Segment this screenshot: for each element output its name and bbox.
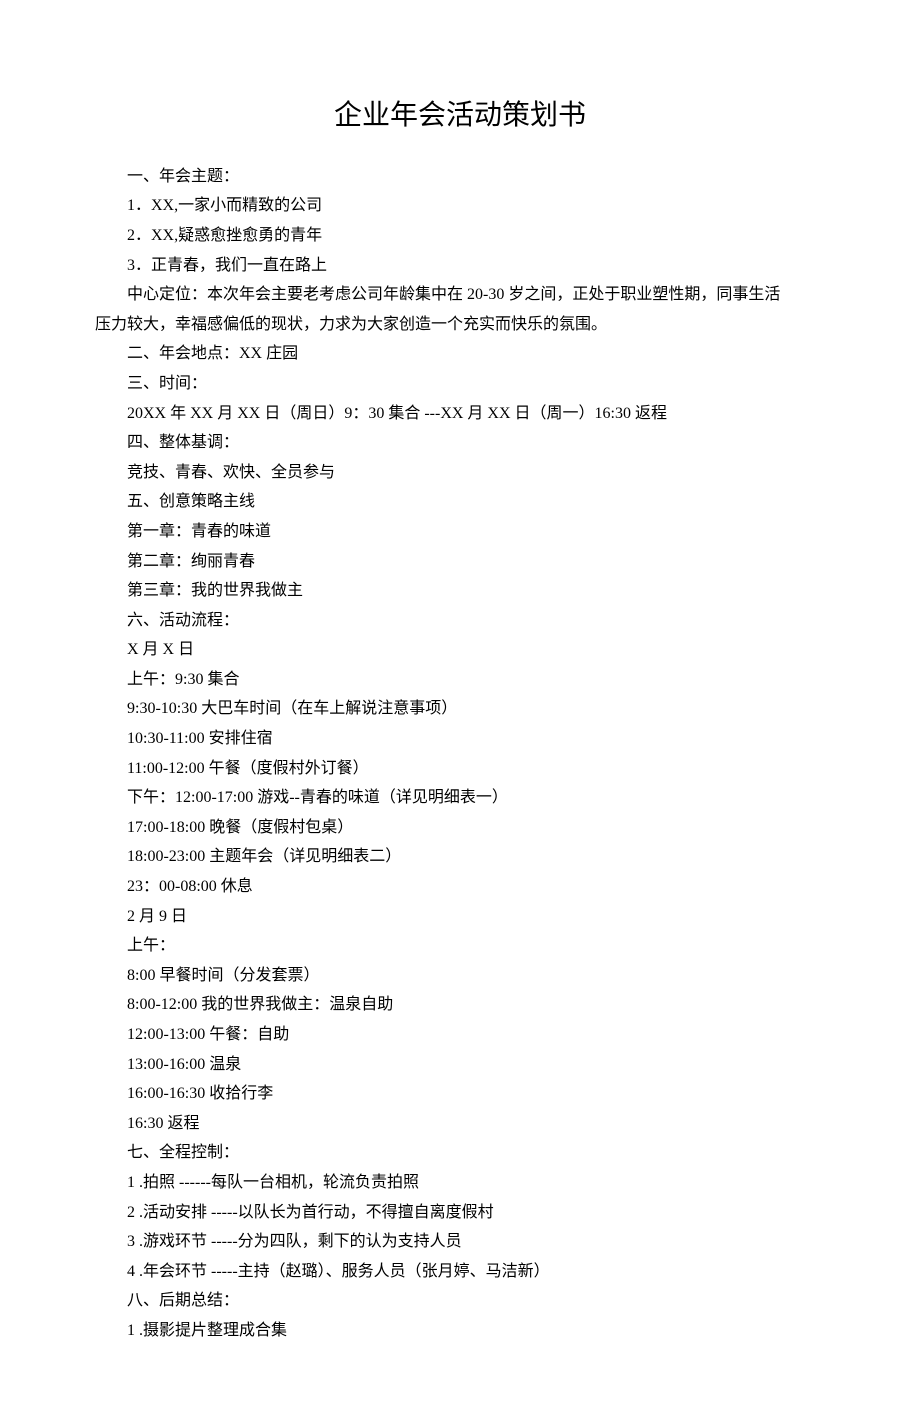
body-line: 五、创意策略主线 [95, 487, 825, 517]
body-line: 13:00-16:00 温泉 [95, 1050, 825, 1080]
body-line: 20XX 年 XX 月 XX 日（周日）9：30 集合 ---XX 月 XX 日… [95, 399, 825, 429]
body-line: 11:00-12:00 午餐（度假村外订餐） [95, 754, 825, 784]
body-line: 四、整体基调： [95, 428, 825, 458]
body-line: 二、年会地点：XX 庄园 [95, 339, 825, 369]
body-line: 23：00-08:00 休息 [95, 872, 825, 902]
body-line: 2 .活动安排 -----以队长为首行动，不得擅自离度假村 [95, 1198, 825, 1228]
body-line: 上午： [95, 931, 825, 961]
body-line: 16:30 返程 [95, 1109, 825, 1139]
body-line: 2 月 9 日 [95, 902, 825, 932]
body-line: 8:00 早餐时间（分发套票） [95, 961, 825, 991]
document-title: 企业年会活动策划书 [95, 90, 825, 142]
body-line: 2．XX,疑惑愈挫愈勇的青年 [95, 221, 825, 251]
body-line: 16:00-16:30 收拾行李 [95, 1079, 825, 1109]
body-line: 七、全程控制： [95, 1138, 825, 1168]
body-line: 3．正青春，我们一直在路上 [95, 251, 825, 281]
body-line: 3 .游戏环节 -----分为四队，剩下的认为支持人员 [95, 1227, 825, 1257]
body-line: 上午：9:30 集合 [95, 665, 825, 695]
body-line: 1 .摄影提片整理成合集 [95, 1316, 825, 1346]
body-line: 六、活动流程： [95, 606, 825, 636]
body-line: 12:00-13:00 午餐：自助 [95, 1020, 825, 1050]
body-line: 10:30-11:00 安排住宿 [95, 724, 825, 754]
body-line: 一、年会主题： [95, 162, 825, 192]
body-line: 18:00-23:00 主题年会（详见明细表二） [95, 842, 825, 872]
body-line: 中心定位：本次年会主要老考虑公司年龄集中在 20-30 岁之间，正处于职业塑性期… [95, 280, 825, 310]
body-line: 9:30-10:30 大巴车时间（在车上解说注意事项） [95, 694, 825, 724]
body-line: 1 .拍照 ------每队一台相机，轮流负责拍照 [95, 1168, 825, 1198]
body-line: 压力较大，幸福感偏低的现状，力求为大家创造一个充实而快乐的氛围。 [95, 310, 825, 340]
body-line: 下午：12:00-17:00 游戏--青春的味道（详见明细表一） [95, 783, 825, 813]
body-line: 八、后期总结： [95, 1286, 825, 1316]
body-line: 三、时间： [95, 369, 825, 399]
document-body: 一、年会主题：1．XX,一家小而精致的公司2．XX,疑惑愈挫愈勇的青年3．正青春… [95, 162, 825, 1346]
body-line: 第三章：我的世界我做主 [95, 576, 825, 606]
body-line: 17:00-18:00 晚餐（度假村包桌） [95, 813, 825, 843]
body-line: 第一章：青春的味道 [95, 517, 825, 547]
body-line: 8:00-12:00 我的世界我做主：温泉自助 [95, 990, 825, 1020]
body-line: 1．XX,一家小而精致的公司 [95, 191, 825, 221]
body-line: X 月 X 日 [95, 635, 825, 665]
body-line: 竞技、青春、欢快、全员参与 [95, 458, 825, 488]
body-line: 第二章：绚丽青春 [95, 547, 825, 577]
body-line: 4 .年会环节 -----主持（赵璐）、服务人员（张月婷、马洁新） [95, 1257, 825, 1287]
